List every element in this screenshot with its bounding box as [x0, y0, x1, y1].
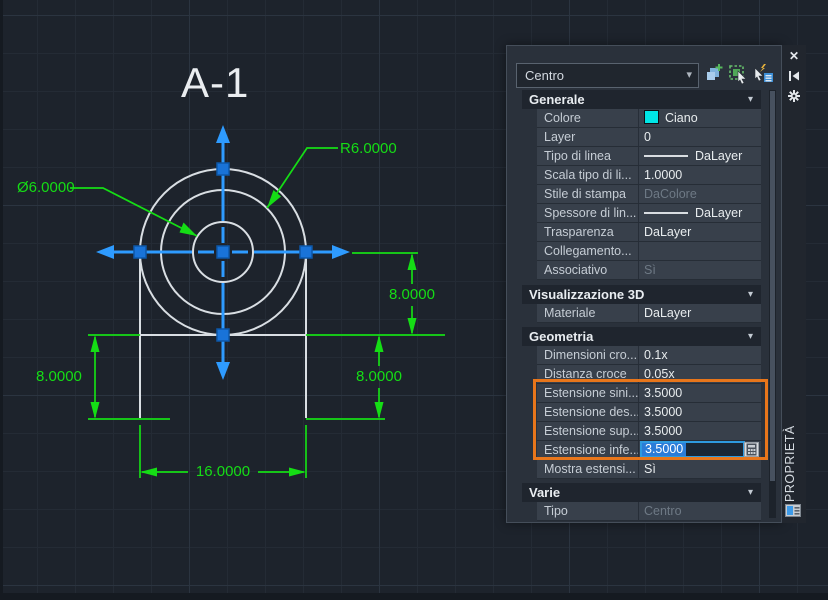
value-collegamento[interactable]: [638, 242, 761, 260]
dim-label-radius[interactable]: R6.0000: [340, 141, 397, 156]
autohide-button[interactable]: [782, 69, 806, 87]
calculator-icon: [746, 443, 757, 456]
select-objects-button[interactable]: [728, 62, 750, 85]
row-estensione-superiore: Estensione sup... 3.5000: [537, 422, 761, 441]
gear-icon: [788, 90, 800, 102]
viewport-bottom-edge: [0, 593, 828, 600]
row-estensione-inferiore: Estensione infe... 3.5000: [537, 441, 761, 460]
select-objects-icon: [729, 64, 747, 84]
properties-panel: Centro ▾ Generale ▾ Colore Ciano Layer 0…: [506, 45, 782, 523]
value-estensione-destra[interactable]: 3.5000: [638, 403, 761, 421]
row-trasparenza: Trasparenza DaLayer: [537, 223, 761, 242]
quick-select-icon: [754, 63, 773, 82]
section-header-visualizzazione-3d[interactable]: Visualizzazione 3D ▾: [522, 285, 761, 304]
properties-palette-icon: [785, 504, 801, 517]
row-materiale: Materiale DaLayer: [537, 304, 761, 323]
row-distanza-croce: Distanza croce 0.05x: [537, 365, 761, 384]
chevron-down-icon: ▾: [686, 69, 692, 81]
value-mostra-estensione[interactable]: Sì: [638, 460, 761, 478]
value-layer[interactable]: 0: [638, 128, 761, 146]
chevron-down-icon: ▾: [747, 331, 753, 342]
dim-label-right-height[interactable]: 8.0000: [356, 369, 402, 384]
value-tipo-linea[interactable]: DaLayer: [638, 147, 761, 165]
palette-settings-button[interactable]: [782, 89, 806, 107]
dimension-lines[interactable]: [70, 147, 445, 478]
row-stile-stampa: Stile di stampa DaColore: [537, 185, 761, 204]
dim-label-bottom-width[interactable]: 16.0000: [194, 464, 252, 479]
row-mostra-estensione: Mostra estensi... Sì: [537, 460, 761, 479]
section-header-varie[interactable]: Varie ▾: [522, 483, 761, 502]
value-materiale[interactable]: DaLayer: [638, 304, 761, 322]
value-dimensioni-croce[interactable]: 0.1x: [638, 346, 761, 364]
palette-title-bar: ✕ PROPRIETÀ: [782, 45, 806, 523]
row-colore: Colore Ciano: [537, 109, 761, 128]
value-trasparenza[interactable]: DaLayer: [638, 223, 761, 241]
chevron-down-icon: ▾: [747, 487, 753, 498]
row-scala-tipo-linea: Scala tipo di li... 1.0000: [537, 166, 761, 185]
drawing-title-text[interactable]: A-1: [181, 62, 271, 104]
toggle-pickadd-button[interactable]: [703, 62, 725, 85]
value-spessore[interactable]: DaLayer: [638, 204, 761, 222]
row-tipo: Tipo Centro: [537, 502, 761, 521]
dim-label-left-height[interactable]: 8.0000: [36, 369, 82, 384]
chevron-down-icon: ▾: [747, 94, 753, 105]
row-spessore-linea: Spessore di lin... DaLayer: [537, 204, 761, 223]
value-associativo: Sì: [638, 261, 761, 279]
calculator-button[interactable]: [744, 442, 759, 457]
value-colore[interactable]: Ciano: [638, 109, 761, 127]
dim-label-upper-right-height[interactable]: 8.0000: [389, 287, 435, 302]
palette-properties-button[interactable]: [785, 503, 802, 524]
autocad-viewport: A-1 Ø6.0000 R6.0000 8.0000 8.0000 8.0000…: [0, 0, 828, 600]
value-estensione-superiore[interactable]: 3.5000: [638, 422, 761, 440]
panel-scrollbar[interactable]: [769, 90, 776, 518]
value-estensione-sinistra[interactable]: 3.5000: [638, 384, 761, 402]
row-tipo-linea: Tipo di linea DaLayer: [537, 147, 761, 166]
row-dimensioni-croce: Dimensioni cro... 0.1x: [537, 346, 761, 365]
section-header-geometria[interactable]: Geometria ▾: [522, 327, 761, 346]
lineweight-sample-icon: [644, 212, 688, 214]
palette-tab-title[interactable]: PROPRIETÀ: [783, 425, 805, 502]
panel-scrollbar-thumb[interactable]: [770, 91, 775, 481]
viewport-left-edge: [0, 0, 3, 600]
center-mark[interactable]: [96, 125, 350, 380]
section-header-generale[interactable]: Generale ▾: [522, 90, 761, 109]
row-layer: Layer 0: [537, 128, 761, 147]
estensione-inferiore-input[interactable]: 3.5000: [640, 441, 745, 458]
autohide-pin-icon: [789, 71, 799, 81]
row-collegamento: Collegamento...: [537, 242, 761, 261]
linetype-sample-icon: [644, 155, 688, 157]
value-scala[interactable]: 1.0000: [638, 166, 761, 184]
quick-select-button[interactable]: [753, 62, 775, 85]
chevron-down-icon: ▾: [747, 289, 753, 300]
row-associativo: Associativo Sì: [537, 261, 761, 280]
value-stile: DaColore: [638, 185, 761, 203]
value-distanza-croce[interactable]: 0.05x: [638, 365, 761, 383]
pickadd-icon: [706, 64, 722, 80]
selected-input-text: 3.5000: [642, 443, 687, 456]
object-type-dropdown[interactable]: Centro ▾: [516, 63, 699, 88]
row-estensione-sinistra: Estensione sini... 3.5000: [537, 384, 761, 403]
object-type-value: Centro: [525, 68, 565, 83]
dim-label-diameter[interactable]: Ø6.0000: [17, 180, 75, 195]
close-button[interactable]: ✕: [782, 48, 806, 66]
color-swatch-cyan: [644, 110, 659, 124]
row-estensione-destra: Estensione des... 3.5000: [537, 403, 761, 422]
value-tipo: Centro: [638, 502, 761, 520]
close-icon: ✕: [788, 49, 800, 63]
